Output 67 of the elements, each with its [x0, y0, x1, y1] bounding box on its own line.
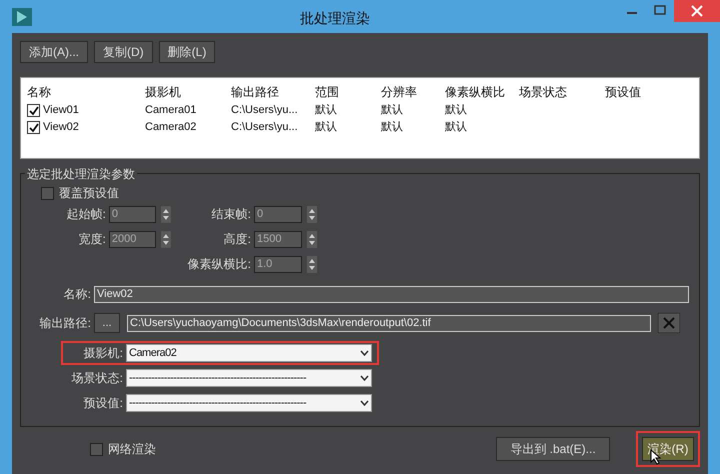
export-button[interactable]: 导出到 .bat(E)...	[496, 437, 610, 461]
table-cell-text: 默认	[315, 120, 337, 136]
close-icon[interactable]	[658, 313, 680, 333]
table-cell-text: 默认	[315, 103, 337, 118]
column-header: 像素纵横比	[445, 84, 506, 101]
close-icon[interactable]	[674, 0, 720, 22]
spinner-arrows-icon[interactable]	[307, 256, 317, 272]
checkbox[interactable]	[27, 104, 40, 117]
spinner-arrows-icon[interactable]	[161, 206, 172, 222]
checkbox[interactable]	[90, 442, 103, 456]
column-header: 范围	[315, 84, 340, 101]
spinner-label: 宽度:	[78, 231, 106, 248]
field-label: 场景状态:	[70, 370, 123, 387]
checkbox[interactable]	[27, 121, 40, 134]
dropdown-value: --------------------------------------------------------	[129, 370, 306, 386]
column-header: 分辨率	[381, 84, 418, 101]
checkbox[interactable]	[41, 186, 54, 200]
spinner-field[interactable]: 1.0	[254, 256, 302, 272]
spinner-field[interactable]: 2000	[108, 230, 156, 248]
spinner-arrows-icon[interactable]	[161, 230, 172, 248]
checkbox-label: 网络渲染	[108, 441, 156, 458]
spinner-label: 高度:	[222, 231, 251, 248]
chevron-down-icon	[360, 400, 369, 406]
table-cell-text: View01	[43, 103, 79, 118]
table-cell-text: 默认	[381, 120, 403, 136]
spinner-label: 像素纵横比:	[186, 256, 251, 273]
browse-button[interactable]: ...	[94, 313, 120, 333]
table-cell-text: C:\Users\yu...	[231, 103, 298, 118]
toolbar-button[interactable]: 删除(L)	[158, 41, 216, 63]
dropdown[interactable]: --------------------------------------------------------	[126, 394, 372, 412]
spinner-field[interactable]: 0	[108, 206, 156, 222]
column-header: 输出路径	[231, 84, 280, 101]
spinner-field[interactable]: 0	[254, 206, 302, 222]
dropdown[interactable]: Camera02	[126, 344, 372, 362]
spinner-field[interactable]: 1500	[254, 230, 302, 248]
field-label: 摄影机:	[82, 345, 123, 362]
window-title: 批处理渲染	[300, 9, 370, 28]
table-cell-text: 默认	[445, 120, 467, 136]
table-cell-text: C:\Users\yu...	[231, 120, 298, 136]
app-logo-icon	[12, 8, 32, 26]
table-cell-text: Camera02	[145, 120, 196, 136]
table-cell-text: 默认	[445, 103, 467, 118]
dropdown[interactable]: --------------------------------------------------------	[126, 369, 372, 387]
column-header: 摄影机	[145, 84, 182, 101]
spinner-arrows-icon[interactable]	[307, 230, 317, 248]
field-label: 预设值:	[82, 395, 123, 412]
table-cell-text: View02	[43, 120, 79, 136]
table-cell-text: 默认	[381, 103, 403, 118]
group-title: 选定批处理渲染参数	[25, 165, 137, 183]
spinner-arrows-icon[interactable]	[307, 206, 317, 222]
chevron-down-icon	[360, 350, 369, 356]
dropdown-value: Camera02	[129, 346, 176, 361]
output-path-field[interactable]: C:\Users\yuchaoyamg\Documents\3dsMax\renderoutput\02.tif	[127, 314, 651, 332]
checkbox-label: 覆盖预设值	[59, 185, 119, 202]
dropdown-value: --------------------------------------------------------	[129, 396, 306, 411]
table-cell-text: Camera01	[145, 103, 196, 118]
field-label: 名称:	[62, 286, 91, 303]
toolbar-button[interactable]: 添加(A)...	[20, 41, 88, 63]
column-header: 预设值	[605, 84, 642, 101]
chevron-down-icon	[360, 375, 369, 381]
toolbar-button[interactable]: 复制(D)	[94, 41, 153, 63]
column-header: 名称	[27, 84, 52, 101]
field-label: 输出路径:	[38, 315, 91, 332]
name-field[interactable]: View02	[94, 286, 689, 302]
column-header: 场景状态	[519, 84, 568, 101]
spinner-label: 结束帧:	[210, 206, 251, 223]
spinner-label: 起始帧:	[66, 206, 106, 223]
